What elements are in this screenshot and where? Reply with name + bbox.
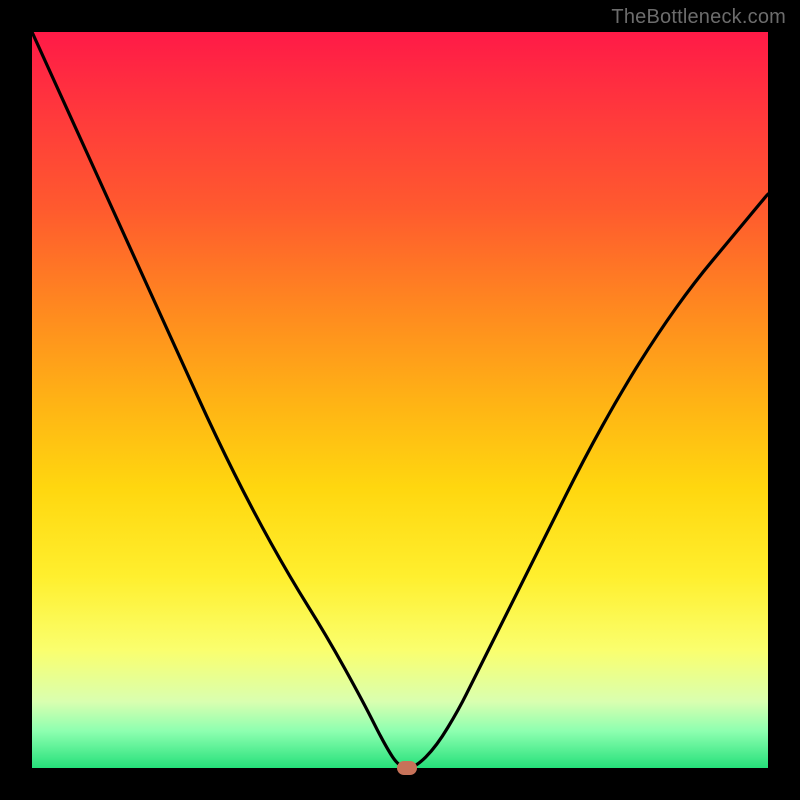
credit-watermark: TheBottleneck.com — [611, 6, 786, 29]
chart-frame: TheBottleneck.com — [0, 0, 800, 800]
plot-area — [32, 32, 768, 768]
bottleneck-curve — [32, 32, 768, 768]
optimal-point-marker — [397, 761, 417, 775]
